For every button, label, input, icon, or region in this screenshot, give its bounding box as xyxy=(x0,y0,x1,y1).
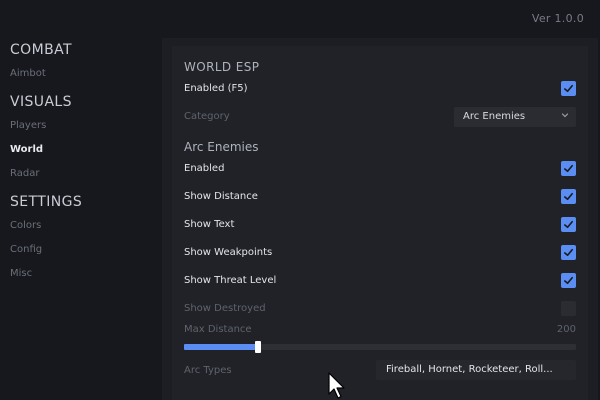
sidebar-item-config[interactable]: Config xyxy=(10,240,150,264)
show-weakpoints-checkbox[interactable] xyxy=(561,245,576,260)
sidebar-item-misc[interactable]: Misc xyxy=(10,264,150,288)
settings-panel-inner: WORLD ESP Enabled (F5) Category Arc Enem… xyxy=(172,46,588,400)
option-row-show-threat-level: Show Threat Level xyxy=(184,268,576,296)
sidebar-item-aimbot[interactable]: Aimbot xyxy=(10,64,150,88)
option-row-show-destroyed: Show Destroyed xyxy=(184,296,576,324)
option-row-show-text: Show Text xyxy=(184,212,576,240)
option-label: Show Text xyxy=(184,219,235,230)
settings-panel: WORLD ESP Enabled (F5) Category Arc Enem… xyxy=(162,38,598,400)
app-window: Ver 1.0.0 COMBAT Aimbot VISUALS Players … xyxy=(0,0,600,400)
category-dropdown[interactable]: Arc Enemies xyxy=(454,107,576,127)
chevron-down-icon xyxy=(561,113,569,118)
max-distance-slider[interactable] xyxy=(184,341,576,353)
checkmark-icon xyxy=(564,84,573,93)
show-threat-level-checkbox[interactable] xyxy=(561,273,576,288)
option-label: Show Threat Level xyxy=(184,275,277,286)
checkmark-icon xyxy=(564,192,573,201)
max-distance-row: Max Distance 200 xyxy=(184,324,576,360)
slider-fill xyxy=(184,344,258,350)
checkmark-icon xyxy=(564,276,573,285)
option-label: Show Weakpoints xyxy=(184,247,273,258)
sidebar-item-radar[interactable]: Radar xyxy=(10,164,150,188)
panel-heading: WORLD ESP xyxy=(184,60,260,74)
sidebar-section-settings: SETTINGS Colors Config Misc xyxy=(10,192,150,288)
sidebar-item-players[interactable]: Players xyxy=(10,116,150,140)
max-distance-value: 200 xyxy=(556,324,576,335)
version-label: Ver 1.0.0 xyxy=(531,12,584,25)
option-label: Show Destroyed xyxy=(184,303,266,314)
arc-types-label: Arc Types xyxy=(184,365,232,376)
sidebar: COMBAT Aimbot VISUALS Players World Rada… xyxy=(10,40,150,288)
option-label: Show Distance xyxy=(184,191,258,202)
checkmark-icon xyxy=(564,164,573,173)
enabled-f5-checkbox[interactable] xyxy=(561,81,576,96)
option-row-show-weakpoints: Show Weakpoints xyxy=(184,240,576,268)
sidebar-section-title: VISUALS xyxy=(10,94,72,110)
sidebar-section-visuals: VISUALS Players World Radar xyxy=(10,92,150,188)
arc-types-value: Fireball, Hornet, Rocketeer, Roll... xyxy=(386,364,553,375)
enabled-checkbox[interactable] xyxy=(561,161,576,176)
checkmark-icon xyxy=(564,248,573,257)
option-label: Enabled xyxy=(184,163,225,174)
sidebar-section-title: COMBAT xyxy=(10,42,72,58)
sidebar-section-combat: COMBAT Aimbot xyxy=(10,40,150,88)
checkmark-icon xyxy=(564,220,573,229)
arc-types-row: Arc Types Fireball, Hornet, Rocketeer, R… xyxy=(184,360,576,388)
mouse-cursor-icon xyxy=(328,372,345,399)
category-row: Category Arc Enemies xyxy=(184,104,576,132)
sidebar-item-world[interactable]: World xyxy=(10,140,150,164)
option-row-show-distance: Show Distance xyxy=(184,184,576,212)
settings-content: WORLD ESP Enabled (F5) Category Arc Enem… xyxy=(184,58,576,388)
show-distance-checkbox[interactable] xyxy=(561,189,576,204)
max-distance-label: Max Distance xyxy=(184,324,252,335)
option-row-enabled: Enabled xyxy=(184,156,576,184)
category-dropdown-value: Arc Enemies xyxy=(463,111,526,122)
slider-thumb[interactable] xyxy=(255,341,261,353)
enabled-f5-label: Enabled (F5) xyxy=(184,83,248,94)
show-text-checkbox[interactable] xyxy=(561,217,576,232)
category-label: Category xyxy=(184,111,230,122)
enabled-f5-row: Enabled (F5) xyxy=(184,76,576,104)
sidebar-section-title: SETTINGS xyxy=(10,194,83,210)
arc-types-multiselect[interactable]: Fireball, Hornet, Rocketeer, Roll... xyxy=(376,360,576,380)
sidebar-item-colors[interactable]: Colors xyxy=(10,216,150,240)
section-title-arc-enemies: Arc Enemies xyxy=(184,140,259,154)
show-destroyed-checkbox[interactable] xyxy=(561,301,576,316)
